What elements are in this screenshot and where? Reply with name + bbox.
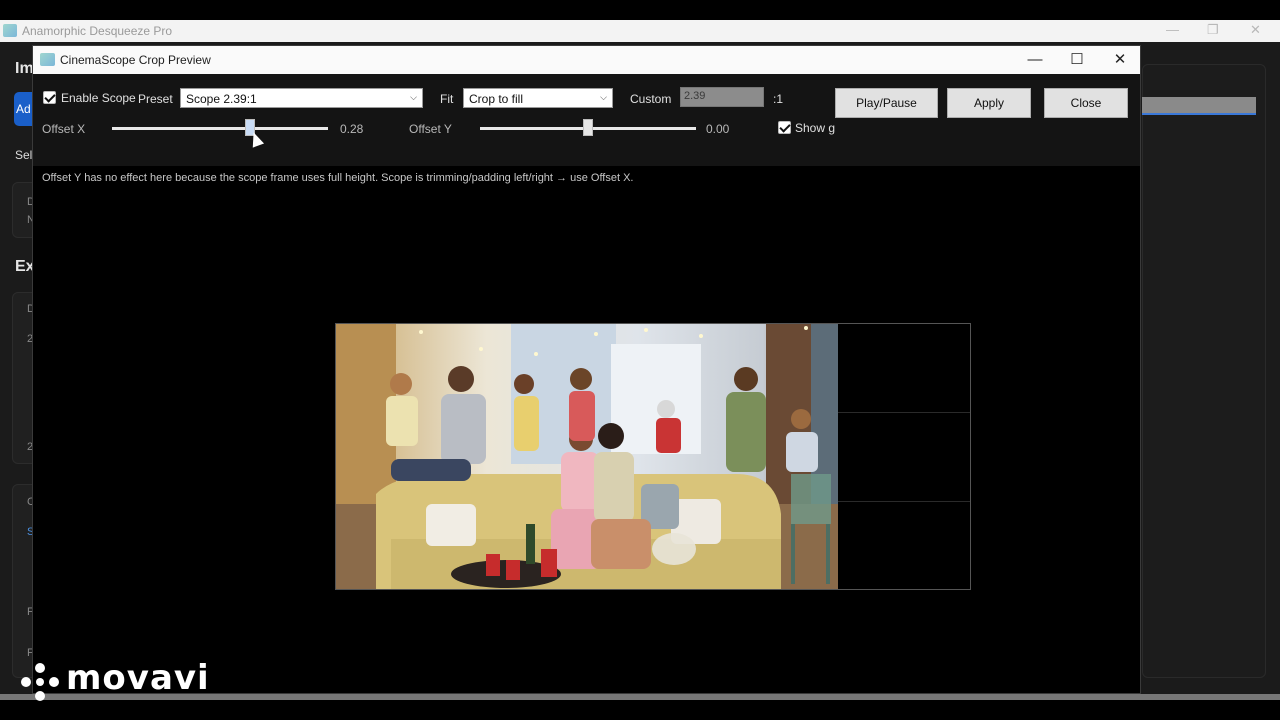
dialog-minimize-button[interactable]: — bbox=[1013, 46, 1057, 74]
main-window-titlebar: Anamorphic Desqueeze Pro — ❐ ✕ bbox=[0, 20, 1280, 42]
offset-y-value: 0.00 bbox=[706, 122, 730, 136]
dialog-app-icon bbox=[40, 53, 55, 66]
party-scene-image bbox=[336, 324, 838, 589]
main-minimize-button[interactable]: — bbox=[1166, 22, 1179, 37]
preset-dropdown[interactable]: Scope 2.39:1 ⌵ bbox=[180, 88, 423, 108]
main-window-title: Anamorphic Desqueeze Pro bbox=[22, 24, 173, 38]
custom-ratio-input[interactable]: 2.39 bbox=[680, 87, 764, 107]
offset-x-value: 0.28 bbox=[340, 122, 364, 136]
custom-label: Custom bbox=[630, 92, 672, 106]
app-icon bbox=[3, 24, 17, 37]
main-add-button-label: Ad bbox=[16, 102, 31, 116]
fit-value: Crop to fill bbox=[469, 92, 524, 106]
close-button[interactable]: Close bbox=[1044, 88, 1128, 118]
fit-label: Fit bbox=[440, 92, 454, 106]
preset-value: Scope 2.39:1 bbox=[186, 92, 257, 106]
dialog-toolbar: Enable Scope Preset Scope 2.39:1 ⌵ Fit C… bbox=[33, 74, 1140, 184]
main-right-panel bbox=[1142, 64, 1266, 678]
main-restore-button[interactable]: ❐ bbox=[1207, 22, 1219, 38]
offset-info-text: Offset Y has no effect here because the … bbox=[42, 172, 634, 184]
enable-scope-checkbox[interactable] bbox=[43, 91, 56, 104]
custom-ratio-value: 2.39 bbox=[684, 90, 706, 102]
dialog-maximize-button[interactable]: ☐ bbox=[1055, 46, 1099, 74]
apply-button[interactable]: Apply bbox=[947, 88, 1031, 118]
offset-y-label: Offset Y bbox=[409, 122, 452, 136]
show-guides-label[interactable]: Show gu bbox=[795, 121, 835, 135]
play-pause-button[interactable]: Play/Pause bbox=[835, 88, 938, 118]
movavi-watermark-text: movavi bbox=[66, 658, 210, 698]
offset-x-track[interactable] bbox=[112, 127, 328, 130]
show-guides-checkbox[interactable] bbox=[778, 121, 791, 134]
preset-label: Preset bbox=[138, 92, 173, 106]
dialog-title: CinemaScope Crop Preview bbox=[60, 53, 211, 67]
video-preview-frame bbox=[336, 324, 838, 589]
chevron-down-icon: ⌵ bbox=[600, 92, 607, 102]
offset-x-label: Offset X bbox=[42, 122, 86, 136]
offset-y-thumb[interactable] bbox=[583, 119, 593, 136]
custom-ratio-suffix: :1 bbox=[773, 92, 784, 106]
main-progress-bar bbox=[1142, 97, 1256, 115]
dialog-close-button[interactable]: ✕ bbox=[1098, 46, 1142, 74]
main-close-button[interactable]: ✕ bbox=[1250, 22, 1261, 38]
screen: Anamorphic Desqueeze Pro — ❐ ✕ Im Ad Sel… bbox=[0, 0, 1280, 720]
main-select-label[interactable]: Sel bbox=[15, 148, 32, 162]
dialog-titlebar[interactable]: CinemaScope Crop Preview — ☐ ✕ bbox=[33, 46, 1140, 74]
enable-scope-label[interactable]: Enable Scope bbox=[61, 91, 136, 105]
show-guides-label-clip: Show gu bbox=[795, 121, 835, 137]
movavi-logo-icon bbox=[21, 663, 59, 701]
main-heading-import: Im bbox=[15, 60, 34, 77]
chevron-down-icon: ⌵ bbox=[410, 92, 417, 102]
fit-dropdown[interactable]: Crop to fill ⌵ bbox=[463, 88, 613, 108]
